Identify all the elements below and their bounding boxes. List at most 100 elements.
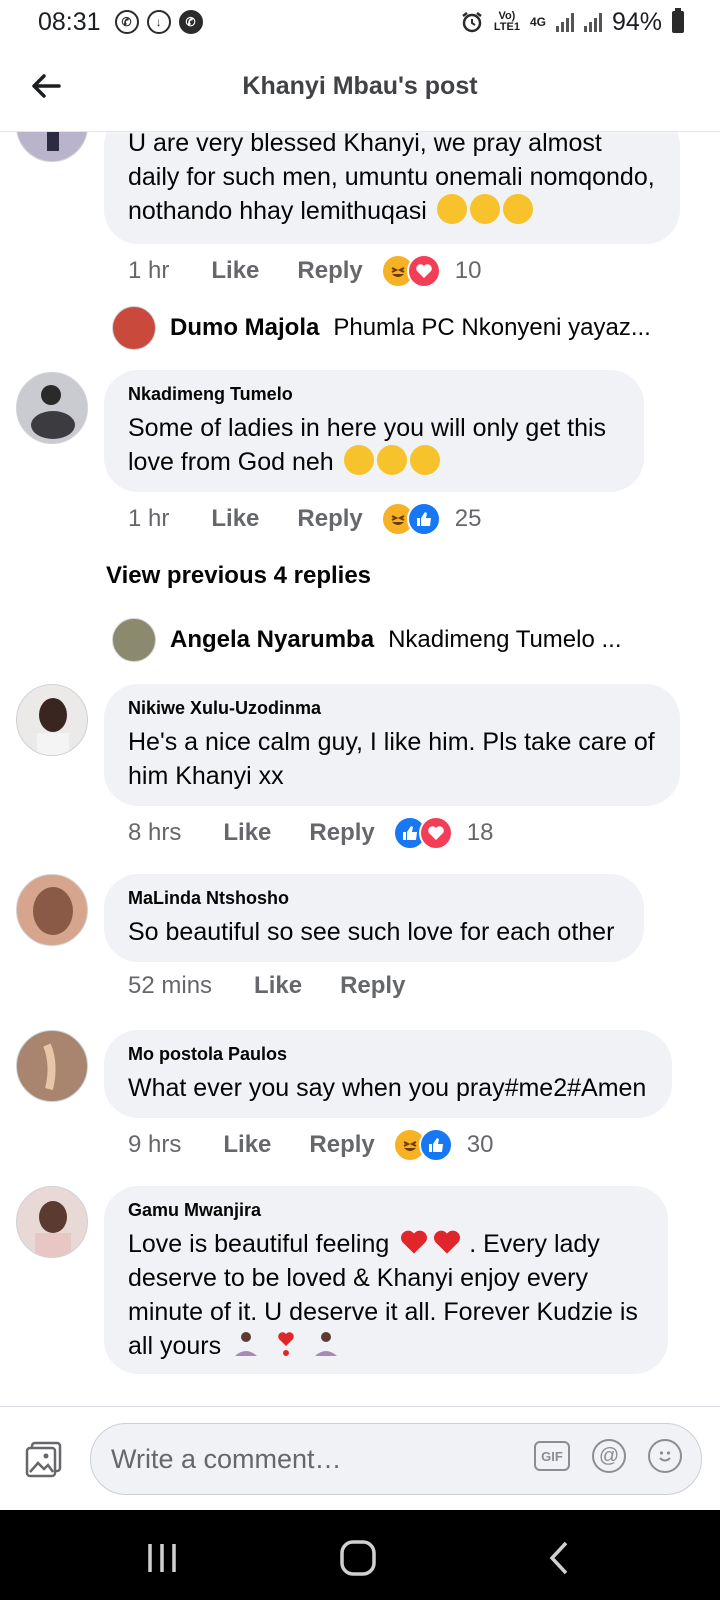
avatar [112,306,156,350]
reply-preview[interactable]: Angela Nyarumba Nkadimeng Tumelo ... [112,618,622,662]
comment-author[interactable]: Mo postola Paulos [128,1044,648,1065]
comment-text: So beautiful so see such love for each o… [128,918,615,946]
back-nav-button[interactable] [540,1538,580,1578]
signal-strength-2-icon [583,12,602,32]
comment-placeholder: Write a comment… [111,1444,342,1474]
comment-bubble[interactable]: Gamu Mwanjira Love is beautiful feeling … [104,1186,668,1374]
reaction-count[interactable]: 30 [467,1131,494,1159]
rofl-face-icon [343,445,374,475]
comment-text: Love is beautiful feeling . Every lady d… [128,1230,638,1360]
comment-composer: Write a comment… GIF @ [0,1406,720,1510]
comment-text: Some of ladies in here you will only get… [128,414,607,476]
volte-indicator: Vo) LTE1 [493,10,520,33]
home-icon [340,1540,376,1576]
comment-meta: 1 hr Like Reply 10 [128,254,481,288]
reaction-count[interactable]: 18 [467,819,494,847]
comment-meta: 8 hrs Like Reply 18 [128,816,493,850]
comments-list[interactable]: U are very blessed Khanyi, we pray almos… [0,132,720,1406]
reply-button[interactable]: Reply [297,257,362,285]
avatar[interactable] [16,1186,88,1258]
gif-button[interactable]: GIF [534,1441,570,1471]
network-gen: 4G [529,15,546,29]
status-time: 08:31 [38,7,101,36]
comment-author[interactable]: Nkadimeng Tumelo [128,384,620,405]
comment-text: He's a nice calm guy, I like him. Pls ta… [128,728,655,790]
home-button[interactable] [338,1538,378,1578]
like-button[interactable]: Like [223,819,271,847]
crying-face-icon [502,194,533,224]
heart-reaction-icon [418,816,453,850]
recents-button[interactable] [142,1538,182,1578]
comment-time[interactable]: 1 hr [128,505,169,533]
whatsapp-icon: ✆ [114,10,139,34]
reply-button[interactable]: Reply [297,505,362,533]
photo-icon [25,1441,62,1478]
rofl-face-icon [376,445,407,475]
comment-time[interactable]: 1 hr [128,257,169,285]
composer-icons: GIF @ [534,1439,682,1473]
comment-meta: 52 mins Like Reply [128,972,423,1000]
comment-bubble[interactable]: Nkadimeng Tumelo Some of ladies in here … [104,370,644,492]
reply-button[interactable]: Reply [309,1131,374,1159]
avatar[interactable] [16,372,88,444]
comment-author[interactable]: Nikiwe Xulu-Uzodinma [128,698,656,719]
comment-time[interactable]: 52 mins [128,972,212,1000]
mention-button[interactable]: @ [592,1439,626,1473]
battery-percent: 94% [611,7,662,36]
comment-bubble[interactable]: U are very blessed Khanyi, we pray almos… [104,132,680,244]
heart-reaction-icon [406,254,441,288]
reactions[interactable] [380,502,441,536]
like-button[interactable]: Like [211,257,259,285]
reactions[interactable] [392,1128,453,1162]
avatar [112,618,156,662]
like-button[interactable]: Like [254,972,302,1000]
avatar[interactable] [16,874,88,946]
view-previous-replies-link[interactable]: View previous 4 replies [106,562,371,590]
recents-icon [148,1544,176,1572]
comment-time[interactable]: 8 hrs [128,819,181,847]
avatar[interactable] [16,1030,88,1102]
photo-button[interactable] [24,1439,64,1479]
reaction-count[interactable]: 10 [455,257,482,285]
comment-author[interactable]: MaLinda Ntshosho [128,888,620,909]
download-icon: ↓ [146,10,171,34]
person-meditating-icon [314,1332,337,1356]
red-heart-icon [434,1230,461,1254]
thumbs-up-reaction-icon [406,502,441,536]
reply-author: Angela Nyarumba [170,626,375,653]
comment-meta: 9 hrs Like Reply 30 [128,1128,493,1162]
comment-author[interactable]: Gamu Mwanjira [128,1200,644,1221]
chevron-left-icon [549,1541,568,1575]
system-nav-bar [0,1510,720,1600]
sticker-button[interactable] [648,1439,682,1473]
comment-bubble[interactable]: MaLinda Ntshosho So beautiful so see suc… [104,874,644,962]
at-icon: @ [598,1444,620,1467]
reply-button[interactable]: Reply [309,819,374,847]
avatar[interactable] [16,132,88,162]
reply-snippet: Nkadimeng Tumelo ... [388,626,622,653]
reaction-count[interactable]: 25 [455,505,482,533]
like-button[interactable]: Like [211,505,259,533]
reactions[interactable] [392,816,453,850]
crying-face-icon [469,194,500,224]
reply-button[interactable]: Reply [340,972,405,1000]
app-header: Khanyi Mbau's post [0,44,720,132]
comment-bubble[interactable]: Mo postola Paulos What ever you say when… [104,1030,672,1118]
avatar[interactable] [16,684,88,756]
battery-icon [672,8,684,33]
comment-meta: 1 hr Like Reply 25 [128,502,481,536]
reply-author: Dumo Majola [170,314,320,341]
comment-bubble[interactable]: Nikiwe Xulu-Uzodinma He's a nice calm gu… [104,684,680,806]
reply-preview[interactable]: Dumo Majola Phumla PC Nkonyeni yayaz... [112,306,651,350]
reply-snippet: Phumla PC Nkonyeni yayaz... [333,314,651,341]
comment-text: U are very blessed Khanyi, we pray almos… [128,132,655,225]
status-bar: 08:31 ✆ ↓ ✆ Vo) LTE1 4G 94% [0,0,720,44]
comment-time[interactable]: 9 hrs [128,1131,181,1159]
crying-face-icon [436,194,467,224]
reactions[interactable] [380,254,441,288]
phone-icon: ✆ [178,10,203,34]
heart-exclamation-icon [278,1332,294,1356]
signal-strength-icon [555,12,574,32]
rofl-face-icon [409,445,440,475]
like-button[interactable]: Like [223,1131,271,1159]
